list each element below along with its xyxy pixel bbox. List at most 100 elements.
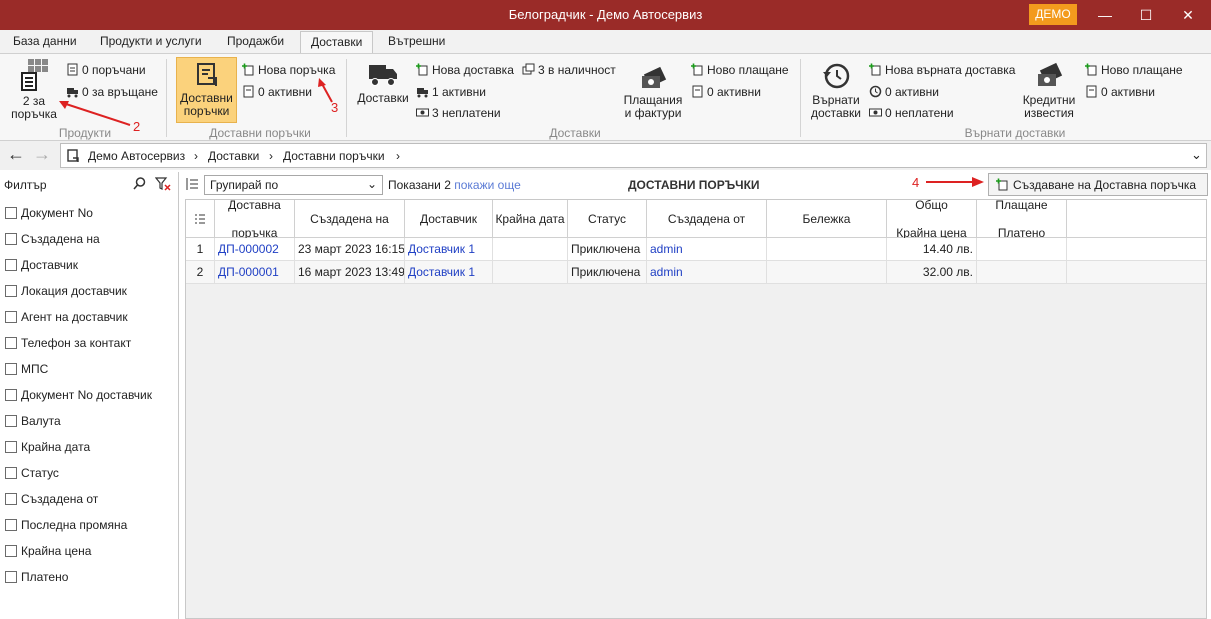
filter-checkbox[interactable]	[5, 311, 17, 323]
filter-checkbox[interactable]	[5, 493, 17, 505]
column-header-created-at[interactable]: Създадена на	[295, 200, 405, 238]
tab-internal[interactable]: Вътрешни	[388, 34, 445, 48]
returned-active-item[interactable]: 0 активни	[869, 85, 939, 99]
filter-item[interactable]: Локация доставчик	[5, 284, 127, 298]
group-columns-icon[interactable]	[185, 177, 199, 191]
group-by-select[interactable]: Групирай по ⌄	[204, 175, 383, 195]
row-menu-icon[interactable]	[186, 200, 215, 238]
filter-item[interactable]: Създадена на	[5, 232, 100, 246]
group-label-delivery-orders: Доставни поръчки	[209, 126, 311, 140]
tab-products[interactable]: Продукти и услуги	[100, 34, 202, 48]
filter-checkbox[interactable]	[5, 545, 17, 557]
table-row[interactable]: 1 ДП-000002 23 март 2023 16:15 Доставчик 1 П…	[186, 238, 1206, 261]
column-header-total-price[interactable]: Общо Крайна цена	[887, 198, 977, 240]
maximize-button[interactable]: ☐	[1126, 0, 1166, 30]
breadcrumb[interactable]: Демо Автосервиз › Доставки › Доставни по…	[60, 143, 1207, 168]
tab-sales[interactable]: Продажби	[227, 34, 284, 48]
filter-checkbox[interactable]	[5, 285, 17, 297]
credit-active-label: 0 активни	[1101, 85, 1155, 99]
credit-notes-button[interactable]: Кредитни известия	[1016, 62, 1082, 120]
minimize-button[interactable]: —	[1085, 0, 1125, 30]
filter-checkbox[interactable]	[5, 363, 17, 375]
cell-created-by[interactable]: admin	[647, 238, 767, 261]
search-icon[interactable]	[133, 177, 146, 190]
column-header-paid[interactable]: Плащане Платено	[977, 198, 1067, 240]
grid-list-icon	[21, 59, 48, 91]
column-header-due-date[interactable]: Крайна дата	[493, 200, 568, 238]
payments-active-item[interactable]: 0 активни	[691, 85, 761, 99]
cell-created-by[interactable]: admin	[647, 261, 767, 284]
filter-item[interactable]: Агент на доставчик	[5, 310, 128, 324]
filter-item[interactable]: Документ No	[5, 206, 93, 220]
create-delivery-order-button[interactable]: Създаване на Доставна поръчка	[988, 173, 1208, 196]
credit-new-payment-item[interactable]: Ново плащане	[1085, 63, 1183, 77]
filter-item[interactable]: Платено	[5, 570, 68, 584]
row-filler	[1067, 238, 1206, 261]
filter-checkbox[interactable]	[5, 233, 17, 245]
column-header-note[interactable]: Бележка	[767, 200, 887, 238]
new-returned-item[interactable]: Нова върната доставка	[869, 63, 1015, 77]
deliveries-button[interactable]: Доставки	[355, 60, 411, 105]
cell-supplier[interactable]: Доставчик 1	[405, 261, 493, 284]
returned-deliveries-button[interactable]: Върнати доставки	[808, 62, 864, 120]
show-more-link[interactable]: покажи още	[454, 178, 521, 192]
credit-active-item[interactable]: 0 активни	[1085, 85, 1155, 99]
tab-deliveries[interactable]: Доставки	[300, 31, 374, 53]
column-header-supplier[interactable]: Доставчик	[405, 200, 493, 238]
filter-item[interactable]: Телефон за контакт	[5, 336, 131, 350]
table-row[interactable]: 2 ДП-000001 16 март 2023 13:49 Доставчик 1 П…	[186, 261, 1206, 284]
filter-item[interactable]: Последна промяна	[5, 518, 127, 532]
delivery-orders-button[interactable]: Доставни поръчки	[176, 57, 237, 123]
column-header-created-by[interactable]: Създадена от	[647, 200, 767, 238]
filter-checkbox[interactable]	[5, 207, 17, 219]
filter-item[interactable]: МПС	[5, 362, 48, 376]
back-arrow-icon[interactable]: ←	[7, 145, 25, 163]
filter-item[interactable]: Крайна дата	[5, 440, 90, 454]
close-button[interactable]: ✕	[1168, 0, 1208, 30]
in-stock-item[interactable]: 3 в наличност	[522, 63, 616, 77]
ordered-item[interactable]: 0 поръчани	[66, 63, 146, 77]
filter-checkbox[interactable]	[5, 519, 17, 531]
filter-checkbox[interactable]	[5, 467, 17, 479]
cell-supplier[interactable]: Доставчик 1	[405, 238, 493, 261]
orders-active-item[interactable]: 0 активни	[242, 85, 312, 99]
cell-due-date	[493, 238, 568, 261]
document-icon	[1086, 85, 1097, 98]
filter-item[interactable]: Създадена от	[5, 492, 98, 506]
group-by-value: Групирай по	[210, 178, 279, 192]
cell-doc-number[interactable]: ДП-000001	[215, 261, 295, 284]
column-header-doc-number[interactable]: Доставна поръчка	[215, 198, 295, 240]
filter-checkbox[interactable]	[5, 415, 17, 427]
filter-item[interactable]: Доставчик	[5, 258, 78, 272]
filter-item[interactable]: Статус	[5, 466, 59, 480]
filter-checkbox[interactable]	[5, 389, 17, 401]
column-header-status[interactable]: Статус	[568, 200, 647, 238]
new-delivery-item[interactable]: Нова доставка	[416, 63, 514, 77]
filter-item[interactable]: Валута	[5, 414, 61, 428]
to-order-button[interactable]: 2 за поръчка	[8, 59, 60, 121]
filter-checkbox[interactable]	[5, 571, 17, 583]
new-payment-item[interactable]: Ново плащане	[691, 63, 789, 77]
filter-item-label: Платено	[21, 570, 69, 584]
forward-arrow-icon[interactable]: →	[33, 145, 51, 163]
tab-database[interactable]: База данни	[13, 34, 77, 48]
chevron-down-icon[interactable]: ⌄	[1191, 147, 1202, 163]
payments-invoices-button[interactable]: Плащания и фактури	[618, 64, 688, 120]
column-header-label: Статус	[588, 211, 626, 226]
filter-checkbox[interactable]	[5, 259, 17, 271]
deliveries-unpaid-item[interactable]: 3 неплатени	[416, 106, 501, 120]
filter-item[interactable]: Документ No доставчик	[5, 388, 152, 402]
returned-unpaid-item[interactable]: 0 неплатени	[869, 106, 954, 120]
clear-filter-icon[interactable]	[155, 177, 171, 191]
to-order-label-2: поръчка	[11, 107, 57, 121]
cell-doc-number[interactable]: ДП-000002	[215, 238, 295, 261]
filter-item[interactable]: Крайна цена	[5, 544, 91, 558]
filter-checkbox[interactable]	[5, 441, 17, 453]
deliveries-active-item[interactable]: 1 активни	[416, 85, 486, 99]
new-order-item[interactable]: Нова поръчка	[242, 63, 335, 77]
money-icon	[416, 108, 429, 117]
breadcrumb-item[interactable]: Доставни поръчки	[283, 149, 385, 163]
filter-checkbox[interactable]	[5, 337, 17, 349]
breadcrumb-item[interactable]: Доставки	[208, 149, 259, 163]
breadcrumb-item[interactable]: Демо Автосервиз	[88, 149, 185, 163]
